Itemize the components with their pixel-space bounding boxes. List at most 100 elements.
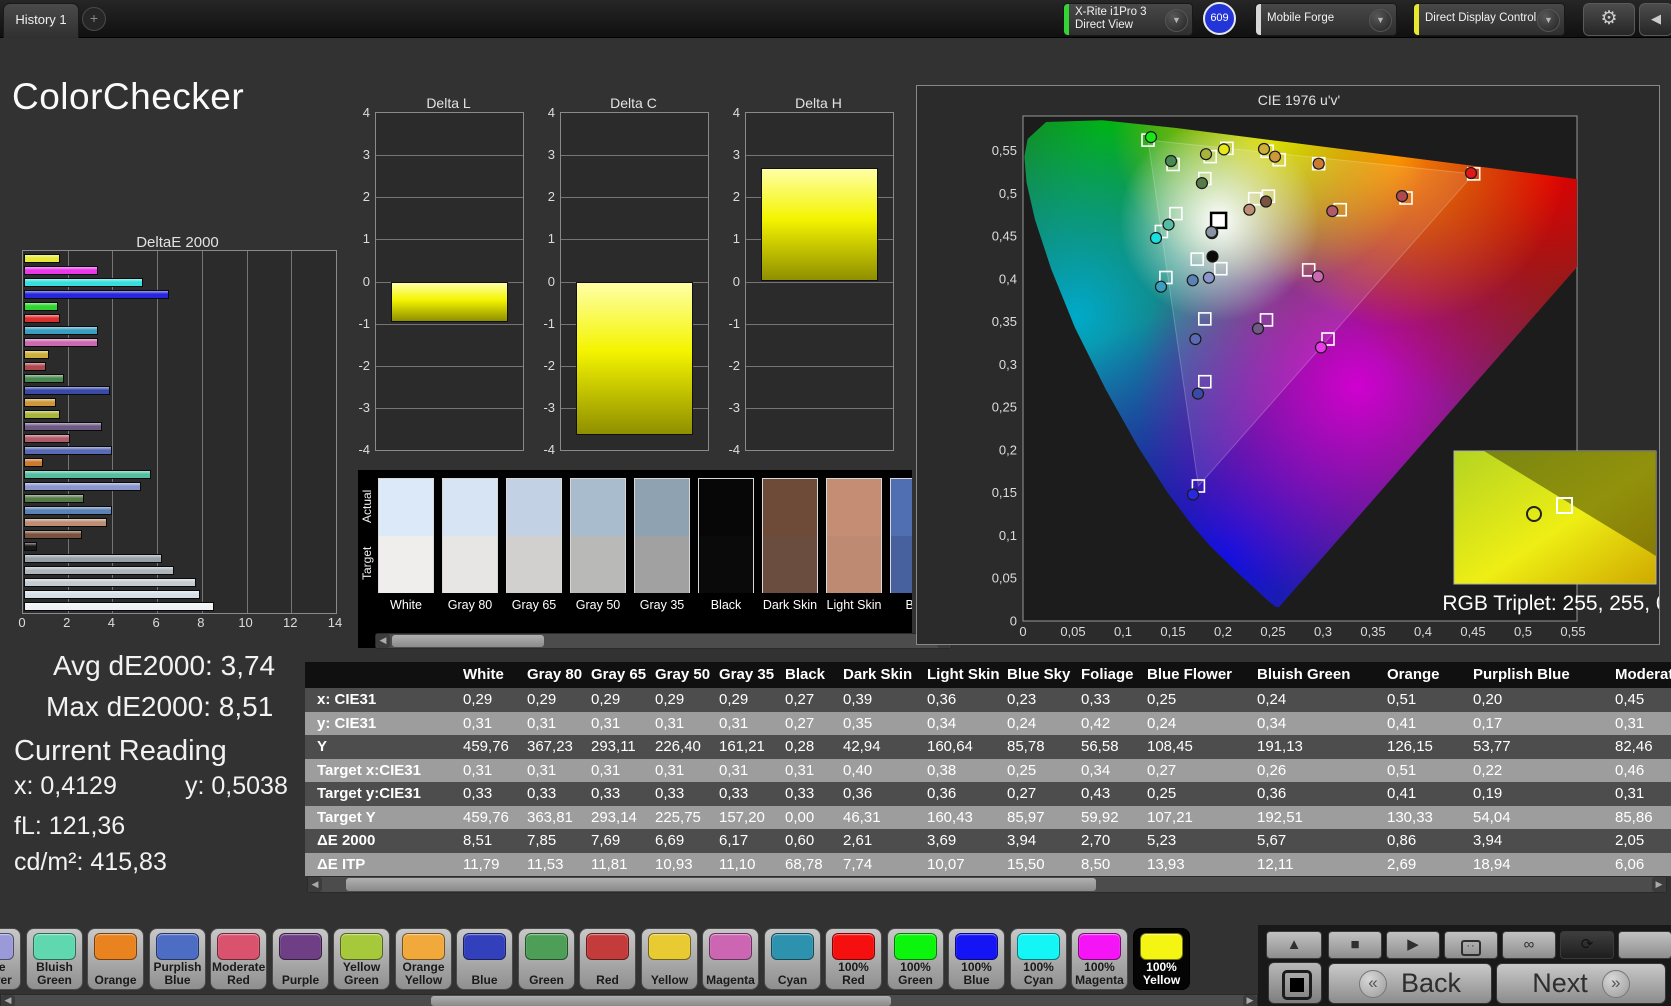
patch-button-blue-flower[interactable]: Blue Flower (0, 928, 21, 990)
patch-button-yellow[interactable]: Yellow (641, 928, 698, 990)
chevron-down-icon[interactable]: ▼ (1369, 9, 1392, 32)
patch-button-purplish-blue[interactable]: Purplish Blue (149, 928, 206, 990)
gridline (376, 407, 523, 409)
chevron-down-icon[interactable]: ▼ (1537, 9, 1560, 32)
table-row: Y 459,76 367,23 293,11 226,40 161,21 0,28 42,94… (305, 735, 1671, 759)
refresh-button[interactable]: ⟳ (1560, 931, 1614, 959)
patch-button-100-magenta[interactable]: 100% Magenta (1071, 928, 1128, 990)
table-cell: 363,81 (519, 805, 583, 829)
add-tab-button[interactable]: + (82, 7, 106, 31)
table-cell: 53,77 (1465, 735, 1607, 759)
stop-button[interactable]: ■ (1328, 931, 1382, 959)
play-button[interactable]: ▶ (1386, 931, 1440, 959)
display-dropdown[interactable]: Direct Display Control ▼ (1413, 3, 1565, 36)
table-cell: 0,29 (455, 688, 519, 712)
gridline (746, 407, 893, 409)
table-cell: 0,45 (1607, 688, 1671, 712)
gear-icon[interactable]: ⚙ (1583, 3, 1635, 36)
table-cell: 160,43 (919, 805, 999, 829)
next-arrow-icon: » (1601, 969, 1630, 998)
y-tick-label: 2 (362, 189, 370, 205)
table-cell: 11,79 (455, 852, 519, 876)
table-cell: 59,92 (1073, 805, 1139, 829)
pattern-display-button[interactable] (1268, 962, 1322, 1004)
swatch-gray-35 (634, 478, 690, 593)
cie-x-tick: 0,05 (1060, 624, 1085, 639)
chevron-down-icon[interactable]: ▼ (1165, 9, 1188, 32)
collapse-panel-icon[interactable]: ◀ (1639, 3, 1671, 36)
scroll-right-icon[interactable]: ▶ (1652, 877, 1666, 892)
scrollbar-thumb[interactable] (346, 878, 1096, 891)
scroll-left-icon[interactable]: ◀ (308, 877, 322, 892)
patch-button-purple[interactable]: Purple (272, 928, 329, 990)
gridline (201, 251, 203, 613)
next-button[interactable]: Next » (1496, 963, 1666, 1004)
avg-de2000-value: Avg dE2000: 3,74 (53, 650, 276, 681)
column-header-dark-skin: Dark Skin (835, 662, 919, 688)
de-bar-bluish-green (24, 470, 151, 479)
cie-x-tick: 0,55 (1560, 624, 1585, 639)
delta-h-title: Delta H (795, 95, 842, 111)
cie-y-tick: 0,55 (992, 143, 1017, 158)
de-bar-dark-skin (24, 530, 83, 539)
de-bar-red (24, 362, 47, 371)
gridline (376, 323, 523, 325)
extra-button[interactable] (1618, 931, 1671, 959)
gridline (746, 365, 893, 367)
cie-diagram-title: CIE 1976 u'v' (1257, 92, 1341, 108)
cie-measured-marker (1202, 271, 1215, 284)
table-scrollbar[interactable]: ◀ ▶ (307, 876, 1667, 893)
chevron-up-icon[interactable]: ▲ (1266, 931, 1322, 959)
tab-history-1[interactable]: History 1 (3, 3, 79, 38)
patch-label: Magenta (706, 973, 755, 987)
pattern-window-button[interactable]: ·· (1444, 931, 1498, 959)
y-tick-label: 4 (547, 105, 555, 120)
patch-label: Purplish Blue (153, 960, 202, 987)
table-cell: 0,24 (999, 711, 1073, 735)
table-cell: 0,26 (1249, 758, 1379, 782)
de-bar-100-green (24, 302, 58, 311)
gridline (376, 365, 523, 367)
table-cell: 8,51 (455, 829, 519, 853)
delta-l-title: Delta L (426, 95, 471, 111)
patch-button-green[interactable]: Green (518, 928, 575, 990)
patch-button-100-green[interactable]: 100% Green (887, 928, 944, 990)
patch-button-red[interactable]: Red (579, 928, 636, 990)
table-cell: 2,61 (835, 829, 919, 853)
patch-strip-scrollbar[interactable]: ◀ ▶ (0, 994, 1258, 1006)
patch-button-blue[interactable]: Blue (456, 928, 513, 990)
patch-button-moderate-red[interactable]: Moderate Red (210, 928, 267, 990)
scroll-left-icon[interactable]: ◀ (376, 634, 390, 648)
patch-button-cyan[interactable]: Cyan (764, 928, 821, 990)
table-cell: 0,29 (583, 688, 647, 712)
column-header-gray-50: Gray 50 (647, 662, 711, 688)
loop-button[interactable]: ∞ (1502, 931, 1556, 959)
patch-button-orange[interactable]: Orange (87, 928, 144, 990)
patch-button-100-yellow[interactable]: 100% Yellow (1133, 928, 1190, 990)
patch-button-100-cyan[interactable]: 100% Cyan (1010, 928, 1067, 990)
table-cell: 0,31 (1607, 782, 1671, 806)
column-header-bluish-green: Bluish Green (1249, 662, 1379, 688)
patch-button-orange-yellow[interactable]: Orange Yellow (395, 928, 452, 990)
patch-button-magenta[interactable]: Magenta (702, 928, 759, 990)
patch-button-bluish-green[interactable]: Bluish Green (26, 928, 83, 990)
scrollbar-thumb[interactable] (431, 996, 891, 1006)
back-button[interactable]: « Back (1328, 963, 1492, 1004)
patch-button-100-red[interactable]: 100% Red (825, 928, 882, 990)
source-dropdown[interactable]: Mobile Forge ▼ (1255, 3, 1397, 36)
patch-label: Yellow Green (342, 960, 381, 987)
patch-button-yellow-green[interactable]: Yellow Green (333, 928, 390, 990)
scroll-right-icon[interactable]: ▶ (1243, 995, 1257, 1006)
swatch-strip-scrollbar[interactable]: ◀ ▶ (375, 633, 952, 649)
column-header-moderate-red: Moderate Red (1607, 662, 1671, 688)
scroll-left-icon[interactable]: ◀ (1, 995, 15, 1006)
y-tick-label: -2 (543, 357, 555, 373)
scrollbar-thumb[interactable] (392, 635, 544, 647)
patch-button-100-blue[interactable]: 100% Blue (948, 928, 1005, 990)
x-tick-label: 0 (18, 615, 26, 630)
de-bar-foliage (24, 494, 85, 503)
meter-dropdown[interactable]: X-Rite i1Pro 3 Direct View ▼ (1063, 3, 1193, 36)
table-cell: 2,69 (1379, 852, 1465, 876)
swatch-actual (571, 479, 625, 536)
meter-count-badge[interactable]: 609 (1203, 2, 1236, 35)
